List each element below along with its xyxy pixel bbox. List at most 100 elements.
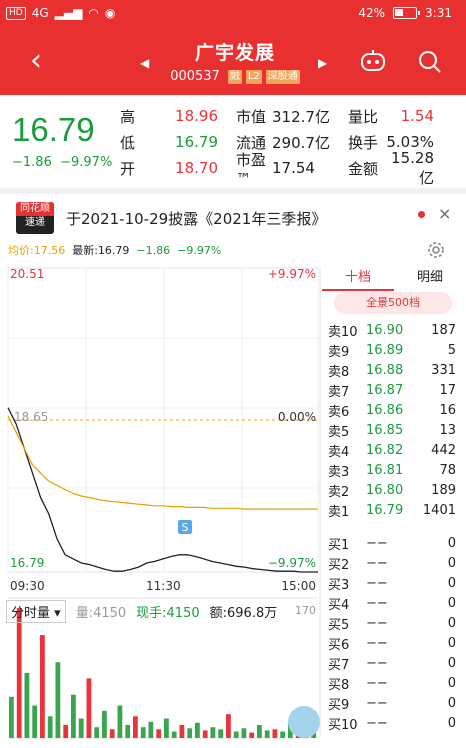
buy-price: −− [366,675,388,691]
volume-bar [47,716,53,738]
volume-mode-select[interactable]: 分时量 ▾ [6,600,66,623]
sell-label: 卖6 [328,404,350,420]
header-bar: HD 4G ▂▄▆ ◠ ◉ 42% 3:31 ‹ ◀ 广宇发展 000537 融… [0,0,466,95]
sell-price: 16.87 [366,382,404,398]
volume-bar [16,608,22,738]
sell-price: 16.89 [366,342,404,358]
buy-row: 买5 −− 0 [328,613,460,633]
next-stock-icon[interactable]: ▶ [318,56,327,70]
sell-label: 卖10 [328,324,358,340]
buy-price: −− [366,655,388,671]
quote-panel: 16.79 −1.86 −9.97% 高 18.96 市值 312.7亿 量比 … [0,95,466,190]
sell-label: 卖2 [328,484,350,500]
sell-price: 16.80 [366,482,404,498]
x-tick-midday: 11:30 [146,579,181,593]
buy-price: −− [366,615,388,631]
volume-amount: 额:696.8万 [209,606,278,621]
sell-price: 16.81 [366,462,404,478]
avg-price: 均价:17.56 [8,244,66,257]
sell-price: 16.86 [366,402,404,418]
buy-label: 买5 [328,617,350,633]
pct-bottom-label: −9.97% [268,556,316,570]
buy-row: 买3 −− 0 [328,573,460,593]
volume-bar [187,728,193,739]
change-value: −1.86 [12,155,52,170]
buy-vol: 0 [447,615,456,631]
volume-bar [210,727,216,738]
sell-row: 卖1 16.79 1401 [328,500,460,520]
y-mid-label: 18.65 [14,410,48,424]
eye-icon: ◉ [104,6,116,20]
last-price: 16.79 [12,111,95,148]
sell-price: 16.90 [366,322,404,338]
high-value: 18.96 [175,107,218,125]
sell-vol: 5 [447,342,456,358]
tab-details[interactable]: 明细 [394,266,466,291]
buy-label: 买4 [328,597,350,613]
y-top-label: 20.51 [10,267,44,281]
sell-label: 卖9 [328,344,350,360]
wifi-icon: ◠ [88,6,99,20]
volume-bar [102,710,107,738]
volume-qty: 量:4150 [75,606,127,621]
volume-bar [257,725,262,738]
battery-icon [393,7,421,19]
price-line [7,407,318,573]
sell-row: 卖10 16.90 187 [328,320,460,340]
volume-bar [40,635,45,738]
news-text[interactable]: 于2021-10-29披露《2021年三季报》 [66,208,326,229]
latest-pct: −9.97% [177,244,222,257]
volume-bar [164,718,169,738]
pct-top-label: +9.97% [268,267,316,281]
buy-row: 买7 −− 0 [328,653,460,673]
sell-row: 卖3 16.81 78 [328,460,460,480]
robot-icon[interactable] [360,50,386,72]
search-icon[interactable] [418,50,442,74]
expand-icon[interactable] [288,706,320,738]
volume-mode-label: 分时量 [11,606,51,621]
volume-bar [55,662,61,738]
float-value: 290.7亿 [272,133,330,152]
status-bar: HD 4G ▂▄▆ ◠ ◉ 42% 3:31 [0,0,466,28]
tab-ten-levels[interactable]: 十档 [322,266,394,291]
buy-label: 买6 [328,637,350,653]
volume-bar [32,705,38,738]
buy-row: 买8 −− 0 [328,673,460,693]
stock-code: 000537 [170,69,220,84]
sell-signal-label: S [182,521,189,534]
buy-label: 买8 [328,677,350,693]
full-depth-button[interactable]: 全景500档 [334,292,452,314]
buy-label: 买9 [328,697,350,713]
average-line [7,415,318,510]
volume-max-label: 170 [295,604,316,617]
turnover-label: 换手 [348,133,379,152]
high-label: 高 [120,107,136,126]
news-banner[interactable]: 同花顺 速递 于2021-10-29披露《2021年三季报》 × [0,188,466,234]
sell-vol: 13 [439,422,456,438]
level2-tag: L2 [245,69,262,84]
buy-price: −− [366,715,388,731]
volume-bar [86,678,92,738]
buy-vol: 0 [447,655,456,671]
chart-legend: 均价:17.56 最新:16.79 −1.86 −9.97% [8,242,221,258]
sell-vol: 189 [431,482,456,498]
volume-bar [272,729,278,738]
price-change: −1.86 −9.97% [12,155,112,170]
buy-row: 买9 −− 0 [328,693,460,713]
buy-label: 买10 [328,717,358,733]
sell-row: 卖5 16.85 13 [328,420,460,440]
sell-row: 卖4 16.82 442 [328,440,460,460]
x-tick-open: 09:30 [10,579,45,593]
vol-ratio-value: 1.54 [400,107,434,125]
volume-bar [179,725,185,738]
settings-icon[interactable] [426,240,446,260]
buy-row: 买1 −− 0 [328,533,460,553]
back-icon[interactable]: ‹ [30,46,42,76]
chart-marks: S [7,407,318,739]
sell-price: 16.88 [366,362,404,378]
buy-price: −− [366,635,388,651]
close-icon[interactable]: × [438,204,451,223]
open-value: 18.70 [175,159,218,177]
hd-badge: HD [6,6,26,20]
stock-name: 广宇发展 [194,42,275,64]
